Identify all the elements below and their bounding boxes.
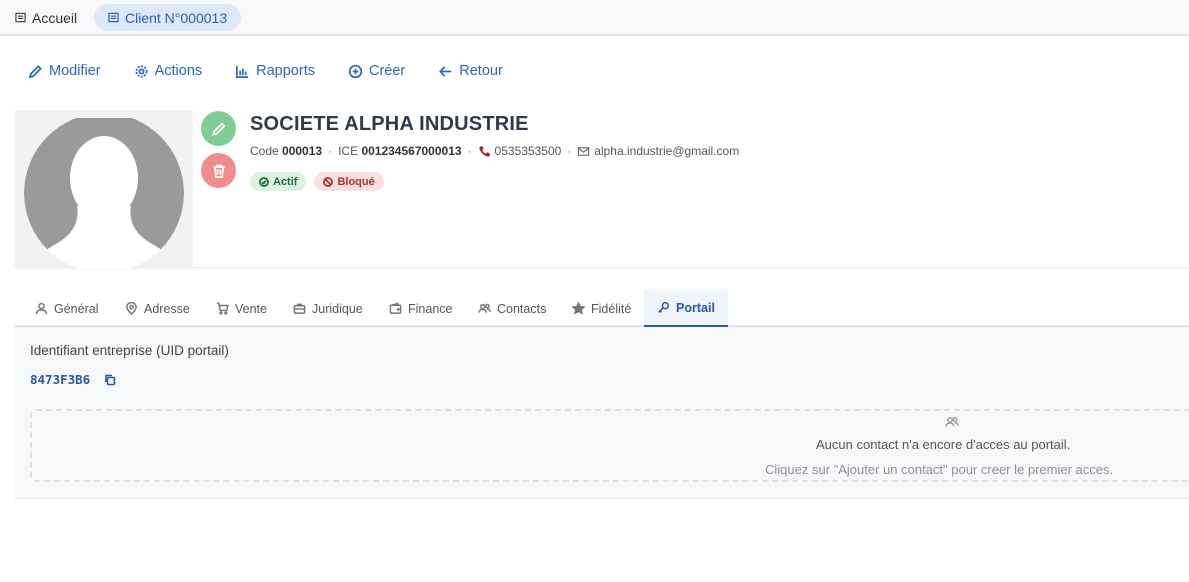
reports-button[interactable]: Rapports	[235, 63, 315, 79]
ice-label: ICE	[338, 144, 359, 158]
company-name: SOCIETE ALPHA INDUSTRIE	[250, 113, 529, 135]
users-icon	[478, 303, 491, 313]
copy-icon[interactable]	[104, 374, 116, 386]
client-email[interactable]: alpha.industrie@gmail.com	[594, 144, 739, 158]
tab-client[interactable]: Client N°000013	[94, 4, 242, 31]
cart-icon	[216, 302, 229, 315]
client-code: 000013	[282, 144, 323, 158]
list-icon	[15, 12, 26, 23]
client-meta: Code 000013 · ICE 001234567000013 · 0535…	[250, 144, 739, 158]
back-button[interactable]: Retour	[438, 63, 503, 79]
separator: ·	[567, 144, 572, 158]
actions-button[interactable]: Actions	[134, 63, 203, 79]
map-pin-icon	[126, 302, 137, 315]
phone-icon	[478, 145, 490, 157]
detail-tabs: Général Adresse Vente Juridique Finance …	[15, 283, 1189, 327]
client-profile-card: SOCIETE ALPHA INDUSTRIE Code 000013 · IC…	[15, 110, 1189, 268]
key-icon	[658, 301, 670, 313]
user-icon	[35, 302, 48, 315]
edit-button[interactable]: Modifier	[28, 63, 101, 79]
status-badge-active: Actif	[250, 172, 307, 191]
user-placeholder-icon	[24, 118, 184, 268]
status-badge-blocked: Bloqué	[314, 172, 384, 191]
empty-state-title: Aucun contact n'a encore d'acces au port…	[816, 437, 1071, 452]
code-label: Code	[250, 144, 279, 158]
edit-client-button[interactable]	[201, 111, 236, 146]
top-tab-bar: Accueil Client N°000013	[0, 0, 1189, 36]
tab-home[interactable]: Accueil	[3, 4, 89, 31]
back-button-label: Retour	[459, 63, 503, 79]
detail-panel: Général Adresse Vente Juridique Finance …	[15, 283, 1189, 499]
tab-legal[interactable]: Juridique	[287, 290, 369, 327]
tab-loyalty-label: Fidélité	[591, 301, 632, 316]
avatar	[15, 110, 193, 268]
tab-home-label: Accueil	[32, 9, 78, 26]
reports-button-label: Rapports	[256, 63, 315, 79]
users-icon	[945, 417, 959, 427]
star-icon	[572, 302, 585, 315]
plus-circle-icon	[348, 64, 363, 78]
tab-address[interactable]: Adresse	[119, 290, 196, 327]
ban-icon	[323, 176, 334, 187]
tab-contacts-label: Contacts	[497, 301, 547, 316]
uid-value-row: 8473F3B6	[30, 372, 116, 387]
tab-general-label: Général	[54, 301, 99, 316]
wallet-icon	[389, 302, 402, 314]
delete-client-button[interactable]	[201, 153, 236, 188]
gear-icon	[135, 65, 148, 77]
pencil-icon	[28, 64, 42, 78]
check-circle-icon	[259, 176, 269, 187]
empty-state-hint: Cliquez sur "Ajouter un contact" pour cr…	[765, 462, 1114, 477]
mail-icon	[578, 146, 590, 156]
client-phone[interactable]: 0535353500	[495, 144, 562, 158]
tab-contacts[interactable]: Contacts	[472, 290, 552, 327]
status-badge-active-label: Actif	[273, 175, 298, 188]
uid-label: Identifiant entreprise (UID portail)	[30, 343, 229, 358]
pencil-icon	[211, 122, 225, 136]
tab-portal[interactable]: Portail	[644, 290, 728, 327]
actions-button-label: Actions	[154, 63, 203, 79]
tab-address-label: Adresse	[144, 301, 190, 316]
list-icon	[108, 12, 119, 23]
status-badge-blocked-label: Bloqué	[337, 175, 375, 188]
tab-sales[interactable]: Vente	[210, 290, 273, 327]
tab-legal-label: Juridique	[312, 301, 363, 316]
uid-value: 8473F3B6	[30, 372, 91, 387]
tab-finance-label: Finance	[408, 301, 453, 316]
empty-state-icon-wrap	[945, 415, 959, 434]
action-toolbar: Modifier Actions Rapports Créer Retour	[28, 60, 536, 82]
separator: ·	[467, 144, 472, 158]
tab-loyalty[interactable]: Fidélité	[566, 290, 637, 327]
briefcase-icon	[293, 303, 306, 314]
client-ice: 001234567000013	[361, 144, 462, 158]
bar-chart-icon	[236, 65, 249, 78]
tab-sales-label: Vente	[235, 301, 267, 316]
tab-portal-label: Portail	[676, 300, 715, 315]
edit-button-label: Modifier	[49, 63, 101, 79]
arrow-left-icon	[439, 65, 452, 77]
trash-icon	[213, 164, 224, 178]
empty-state: Aucun contact n'a encore d'acces au port…	[30, 409, 1189, 482]
create-button-label: Créer	[368, 63, 406, 79]
tab-finance[interactable]: Finance	[383, 290, 458, 327]
tab-client-label: Client N°000013	[125, 9, 228, 26]
status-badges: Actif Bloqué	[250, 172, 384, 191]
separator: ·	[328, 144, 333, 158]
tab-general[interactable]: Général	[29, 290, 104, 327]
create-button[interactable]: Créer	[348, 63, 405, 79]
